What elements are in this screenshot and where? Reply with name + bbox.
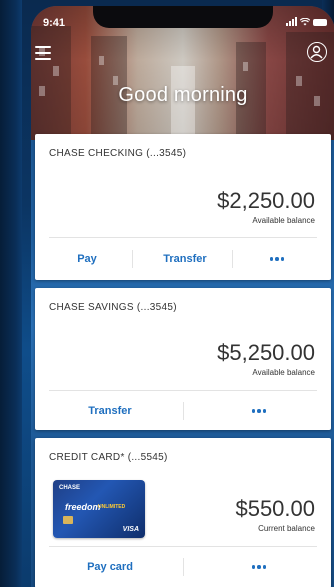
account-title: CHASE SAVINGS (...3545) — [49, 302, 177, 313]
card-network-logo: VISA — [122, 526, 139, 533]
action-separator — [183, 558, 184, 576]
phone-frame-left — [0, 0, 22, 587]
signal-icon — [286, 17, 297, 26]
wifi-icon — [300, 18, 310, 26]
profile-icon[interactable] — [307, 42, 327, 62]
balance-label: Available balance — [252, 216, 315, 225]
action-separator — [183, 402, 184, 420]
greeting-title: Good morning — [118, 84, 248, 106]
status-icons — [286, 17, 327, 26]
more-icon — [239, 561, 279, 573]
menu-icon[interactable] — [35, 46, 51, 60]
account-title: CHASE CHECKING (...3545) — [49, 148, 187, 159]
more-icon — [257, 253, 297, 265]
account-card-savings[interactable]: CHASE SAVINGS (...3545) $5,250.00 Availa… — [35, 288, 331, 430]
action-separator — [232, 250, 233, 268]
account-balance: $550.00 — [235, 496, 315, 521]
phone-notch — [93, 6, 273, 28]
account-balance: $2,250.00 — [217, 188, 315, 213]
phone-screen: 9:41 Good morning CHASE CHECKING (...354… — [31, 6, 334, 587]
card-chip-icon — [63, 516, 73, 524]
card-divider — [49, 237, 317, 238]
account-card-credit[interactable]: CREDIT CARD* (...5545) CHASE freedom UNL… — [35, 438, 331, 587]
card-divider — [49, 546, 317, 547]
credit-card-image: CHASE freedom UNLIMITED VISA — [53, 480, 145, 538]
balance-label: Available balance — [252, 368, 315, 377]
battery-icon — [313, 19, 327, 26]
pay-card-button[interactable]: Pay card — [75, 561, 145, 573]
status-time: 9:41 — [43, 17, 66, 29]
card-product-sub: UNLIMITED — [98, 504, 126, 510]
transfer-button[interactable]: Transfer — [75, 405, 145, 417]
account-balance: $5,250.00 — [217, 340, 315, 365]
account-title: CREDIT CARD* (...5545) — [49, 452, 168, 463]
more-button[interactable] — [257, 253, 297, 265]
transfer-button[interactable]: Transfer — [153, 253, 217, 265]
account-card-checking[interactable]: CHASE CHECKING (...3545) $2,250.00 Avail… — [35, 134, 331, 280]
card-product-logo: freedom — [65, 502, 101, 512]
action-separator — [132, 250, 133, 268]
more-icon — [239, 405, 279, 417]
pay-button[interactable]: Pay — [67, 253, 107, 265]
more-button[interactable] — [239, 405, 279, 417]
balance-label: Current balance — [258, 524, 315, 533]
card-issuer-logo: CHASE — [59, 485, 81, 491]
more-button[interactable] — [239, 561, 279, 573]
card-divider — [49, 390, 317, 391]
